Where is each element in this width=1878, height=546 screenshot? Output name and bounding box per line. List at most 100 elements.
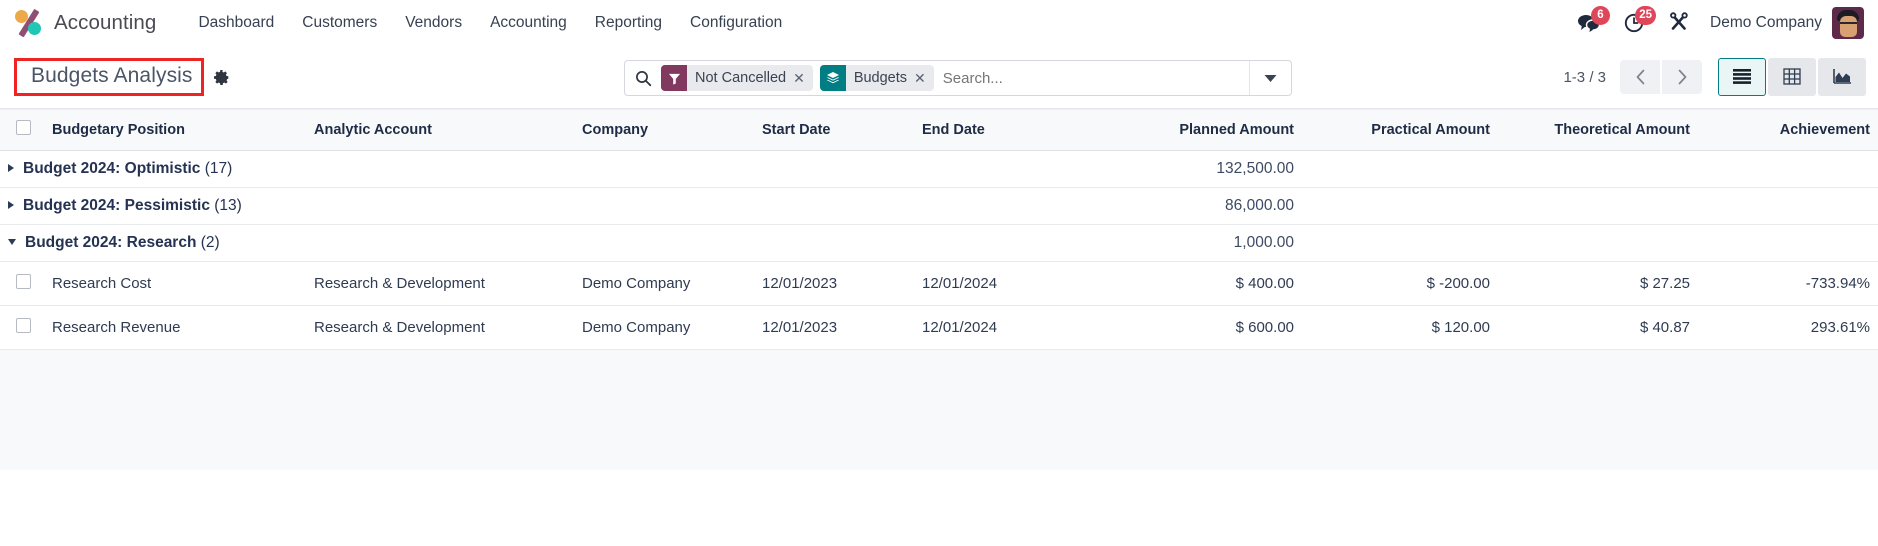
cell-end-date: 12/01/2024: [914, 305, 1104, 350]
activities-badge: 25: [1635, 6, 1656, 25]
pager-previous-button[interactable]: [1620, 60, 1660, 94]
menu-item-reporting[interactable]: Reporting: [581, 8, 676, 38]
pager-next-button[interactable]: [1662, 60, 1702, 94]
table-body: Budget 2024: Optimistic (17) 132,500.00 …: [0, 150, 1878, 350]
row-select-cell: [0, 261, 44, 306]
group-count: (2): [200, 234, 220, 251]
chevron-down-icon[interactable]: [1249, 61, 1291, 95]
cell-budgetary-position: Research Revenue: [44, 305, 306, 350]
view-switcher: [1718, 58, 1866, 96]
menu-item-dashboard[interactable]: Dashboard: [184, 8, 288, 38]
cell-practical-amount: $ -200.00: [1302, 261, 1498, 306]
layers-group-icon: [819, 65, 846, 91]
control-panel: Budgets Analysis Not Cancelled ✕ Budgets…: [0, 46, 1878, 109]
group-planned-amount: 132,500.00: [1104, 150, 1302, 188]
gear-icon[interactable]: [213, 69, 230, 86]
group-practical-amount: [1302, 224, 1498, 262]
close-icon[interactable]: ✕: [792, 65, 813, 91]
chevron-left-icon: [1636, 69, 1644, 85]
column-header-company[interactable]: Company: [574, 109, 754, 151]
chevron-down-icon[interactable]: [8, 238, 16, 245]
table-group-row[interactable]: Budget 2024: Pessimistic (13) 86,000.00: [0, 187, 1878, 225]
table-row[interactable]: Research Cost Research & Development Dem…: [0, 261, 1878, 306]
page-title: Budgets Analysis: [31, 64, 193, 87]
group-practical-amount: [1302, 187, 1498, 225]
view-button-graph[interactable]: [1818, 58, 1866, 96]
column-header-theoretical-amount[interactable]: Theoretical Amount: [1498, 109, 1698, 151]
column-header-end-date[interactable]: End Date: [914, 109, 1104, 151]
top-navbar: Accounting Dashboard Customers Vendors A…: [0, 0, 1878, 46]
group-label-cell[interactable]: Budget 2024: Optimistic (17): [0, 150, 1104, 188]
pager-count[interactable]: 1-3 / 3: [1563, 69, 1606, 86]
wrench-tools-icon: [1670, 12, 1688, 30]
menu-item-customers[interactable]: Customers: [288, 8, 391, 38]
table-group-row[interactable]: Budget 2024: Research (2) 1,000.00: [0, 224, 1878, 262]
group-achievement: [1698, 150, 1878, 188]
logo-circle-teal: [28, 22, 41, 35]
checkbox-icon[interactable]: [16, 274, 31, 289]
chevron-right-icon[interactable]: [8, 200, 14, 209]
cell-theoretical-amount: $ 27.25: [1498, 261, 1698, 306]
search-facet-not-cancelled[interactable]: Not Cancelled ✕: [661, 65, 813, 91]
cell-planned-amount: $ 600.00: [1104, 305, 1302, 350]
cell-practical-amount: $ 120.00: [1302, 305, 1498, 350]
row-select-cell: [0, 305, 44, 350]
avatar-face: [1840, 16, 1857, 37]
group-label: Budget 2024: Research: [25, 234, 197, 251]
messages-button[interactable]: 6: [1566, 3, 1612, 43]
debug-menu-button[interactable]: [1658, 3, 1704, 43]
page-title-highlight: Budgets Analysis: [14, 58, 204, 96]
odoo-percent-logo[interactable]: [14, 8, 44, 38]
view-button-pivot[interactable]: [1768, 58, 1816, 96]
column-header-planned-amount[interactable]: Planned Amount: [1104, 109, 1302, 151]
cell-company: Demo Company: [574, 305, 754, 350]
group-label-cell[interactable]: Budget 2024: Research (2): [0, 224, 1104, 262]
view-button-list[interactable]: [1718, 58, 1766, 96]
group-label-cell[interactable]: Budget 2024: Pessimistic (13): [0, 187, 1104, 225]
close-icon[interactable]: ✕: [913, 65, 934, 91]
group-achievement: [1698, 187, 1878, 225]
menu-item-configuration[interactable]: Configuration: [676, 8, 796, 38]
cell-start-date: 12/01/2023: [754, 305, 914, 350]
search-input[interactable]: [940, 61, 1249, 95]
search-icon[interactable]: [625, 70, 661, 87]
cell-theoretical-amount: $ 40.87: [1498, 305, 1698, 350]
cell-planned-amount: $ 400.00: [1104, 261, 1302, 306]
table-row[interactable]: Research Revenue Research & Development …: [0, 305, 1878, 350]
main-menu: Dashboard Customers Vendors Accounting R…: [184, 8, 796, 38]
list-view: Budgetary Position Analytic Account Comp…: [0, 109, 1878, 470]
chevron-right-icon[interactable]: [8, 163, 14, 172]
menu-item-accounting[interactable]: Accounting: [476, 8, 581, 38]
group-theoretical-amount: [1498, 224, 1698, 262]
cell-achievement: -733.94%: [1698, 261, 1878, 306]
table-group-row[interactable]: Budget 2024: Optimistic (17) 132,500.00: [0, 150, 1878, 188]
filter-funnel-icon: [661, 65, 687, 91]
group-label: Budget 2024: Pessimistic: [23, 197, 210, 214]
checkbox-icon[interactable]: [16, 120, 31, 135]
table-header-row: Budgetary Position Analytic Account Comp…: [0, 109, 1878, 151]
cell-analytic-account: Research & Development: [306, 305, 574, 350]
group-planned-amount: 1,000.00: [1104, 224, 1302, 262]
column-header-achievement[interactable]: Achievement: [1698, 109, 1878, 151]
app-name[interactable]: Accounting: [54, 11, 156, 35]
pager-buttons: [1620, 60, 1702, 94]
column-header-budgetary-position[interactable]: Budgetary Position: [44, 109, 306, 151]
cell-end-date: 12/01/2024: [914, 261, 1104, 306]
menu-item-vendors[interactable]: Vendors: [391, 8, 476, 38]
pivot-table-icon: [1783, 68, 1801, 85]
company-switcher[interactable]: Demo Company: [1704, 14, 1832, 32]
table-empty-area: [0, 350, 1878, 470]
group-label: Budget 2024: Optimistic: [23, 160, 201, 177]
activities-button[interactable]: 25: [1612, 3, 1658, 43]
column-header-analytic-account[interactable]: Analytic Account: [306, 109, 574, 151]
search-facet-budgets[interactable]: Budgets ✕: [819, 65, 934, 91]
checkbox-icon[interactable]: [16, 318, 31, 333]
messages-badge: 6: [1591, 6, 1610, 25]
cell-start-date: 12/01/2023: [754, 261, 914, 306]
column-header-start-date[interactable]: Start Date: [754, 109, 914, 151]
search-facet-label: Budgets: [853, 70, 908, 86]
user-avatar[interactable]: [1832, 7, 1864, 39]
budgets-table: Budgetary Position Analytic Account Comp…: [0, 109, 1878, 350]
column-header-practical-amount[interactable]: Practical Amount: [1302, 109, 1498, 151]
list-view-icon: [1733, 69, 1751, 84]
